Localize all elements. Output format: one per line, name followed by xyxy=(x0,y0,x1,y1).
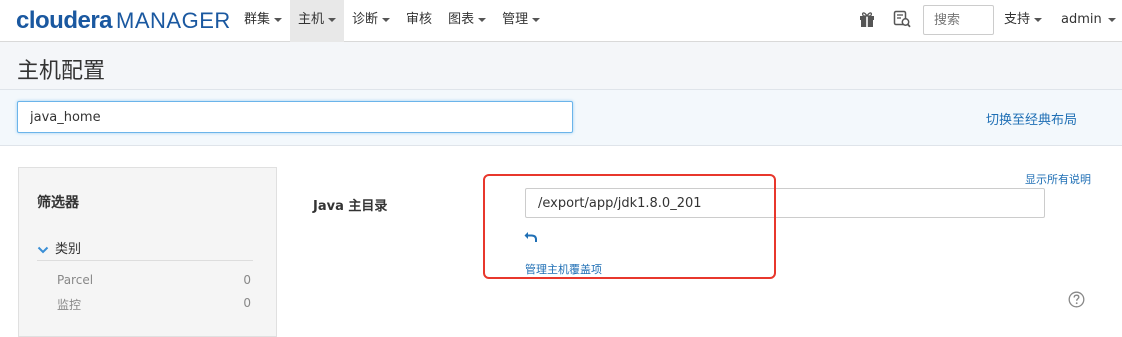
filter-item-label: 监控 xyxy=(57,298,82,312)
property-label: Java 主目录 xyxy=(313,199,388,214)
user-menu[interactable]: admin xyxy=(1061,0,1116,42)
caret-down-icon xyxy=(1107,17,1116,22)
chevron-down-icon xyxy=(37,240,49,259)
switch-classic-layout-link[interactable]: 切换至经典布局 xyxy=(986,109,1077,128)
caret-down-icon xyxy=(1034,17,1043,22)
highlight-annotation xyxy=(483,174,776,279)
caret-down-icon xyxy=(532,17,541,22)
caret-down-icon xyxy=(478,17,487,22)
nav-charts[interactable]: 图表 xyxy=(440,0,494,42)
nav-diagnostics[interactable]: 诊断 xyxy=(344,0,398,42)
nav-administration[interactable]: 管理 xyxy=(494,0,548,42)
caret-down-icon xyxy=(328,17,337,22)
filter-sidebar: 筛选器 类别 Parcel 0 监控 0 xyxy=(18,167,277,337)
top-navbar: clouderaMANAGER 群集 主机 诊断 审核 图表 管理 支持 adm… xyxy=(0,0,1122,42)
filter-item-parcel[interactable]: Parcel 0 xyxy=(57,273,251,287)
nav-clusters[interactable]: 群集 xyxy=(236,0,290,42)
nav-audits-label: 审核 xyxy=(406,12,433,27)
sidebar-title: 筛选器 xyxy=(37,195,79,211)
nav-clusters-label: 群集 xyxy=(244,12,271,27)
category-toggle[interactable]: 类别 xyxy=(37,236,253,261)
global-search-input[interactable] xyxy=(923,5,994,35)
cloudera-manager-logo[interactable]: cloudera MANAGER xyxy=(16,7,231,34)
support-label: 支持 xyxy=(1004,12,1031,27)
main-nav: 群集 主机 诊断 审核 图表 管理 xyxy=(236,0,548,42)
page-title: 主机配置 xyxy=(17,59,106,84)
task-search-icon[interactable] xyxy=(893,10,911,30)
support-menu[interactable]: 支持 xyxy=(1004,0,1043,42)
nav-diagnostics-label: 诊断 xyxy=(352,12,379,27)
nav-audits[interactable]: 审核 xyxy=(398,0,440,42)
user-label: admin xyxy=(1061,12,1102,27)
filter-item-count: 0 xyxy=(243,273,251,287)
nav-hosts-label: 主机 xyxy=(298,12,325,27)
logo-product: MANAGER xyxy=(116,8,231,33)
gift-icon[interactable] xyxy=(859,10,877,30)
nav-administration-label: 管理 xyxy=(502,12,529,27)
logo-brand: cloudera xyxy=(16,7,113,34)
config-filter-bar: 切换至经典布局 xyxy=(0,90,1122,146)
config-search-input[interactable] xyxy=(17,101,573,133)
page-header: 主机配置 xyxy=(0,42,1122,90)
help-icon[interactable] xyxy=(1068,291,1085,308)
filter-item-count: 0 xyxy=(243,296,251,310)
show-all-descriptions-link[interactable]: 显示所有说明 xyxy=(1025,171,1091,187)
nav-hosts[interactable]: 主机 xyxy=(290,0,345,42)
category-label: 类别 xyxy=(55,242,82,257)
filter-item-label: Parcel xyxy=(57,273,94,287)
caret-down-icon xyxy=(382,17,391,22)
nav-charts-label: 图表 xyxy=(448,12,475,27)
filter-item-monitoring[interactable]: 监控 0 xyxy=(57,296,251,313)
caret-down-icon xyxy=(274,17,283,22)
